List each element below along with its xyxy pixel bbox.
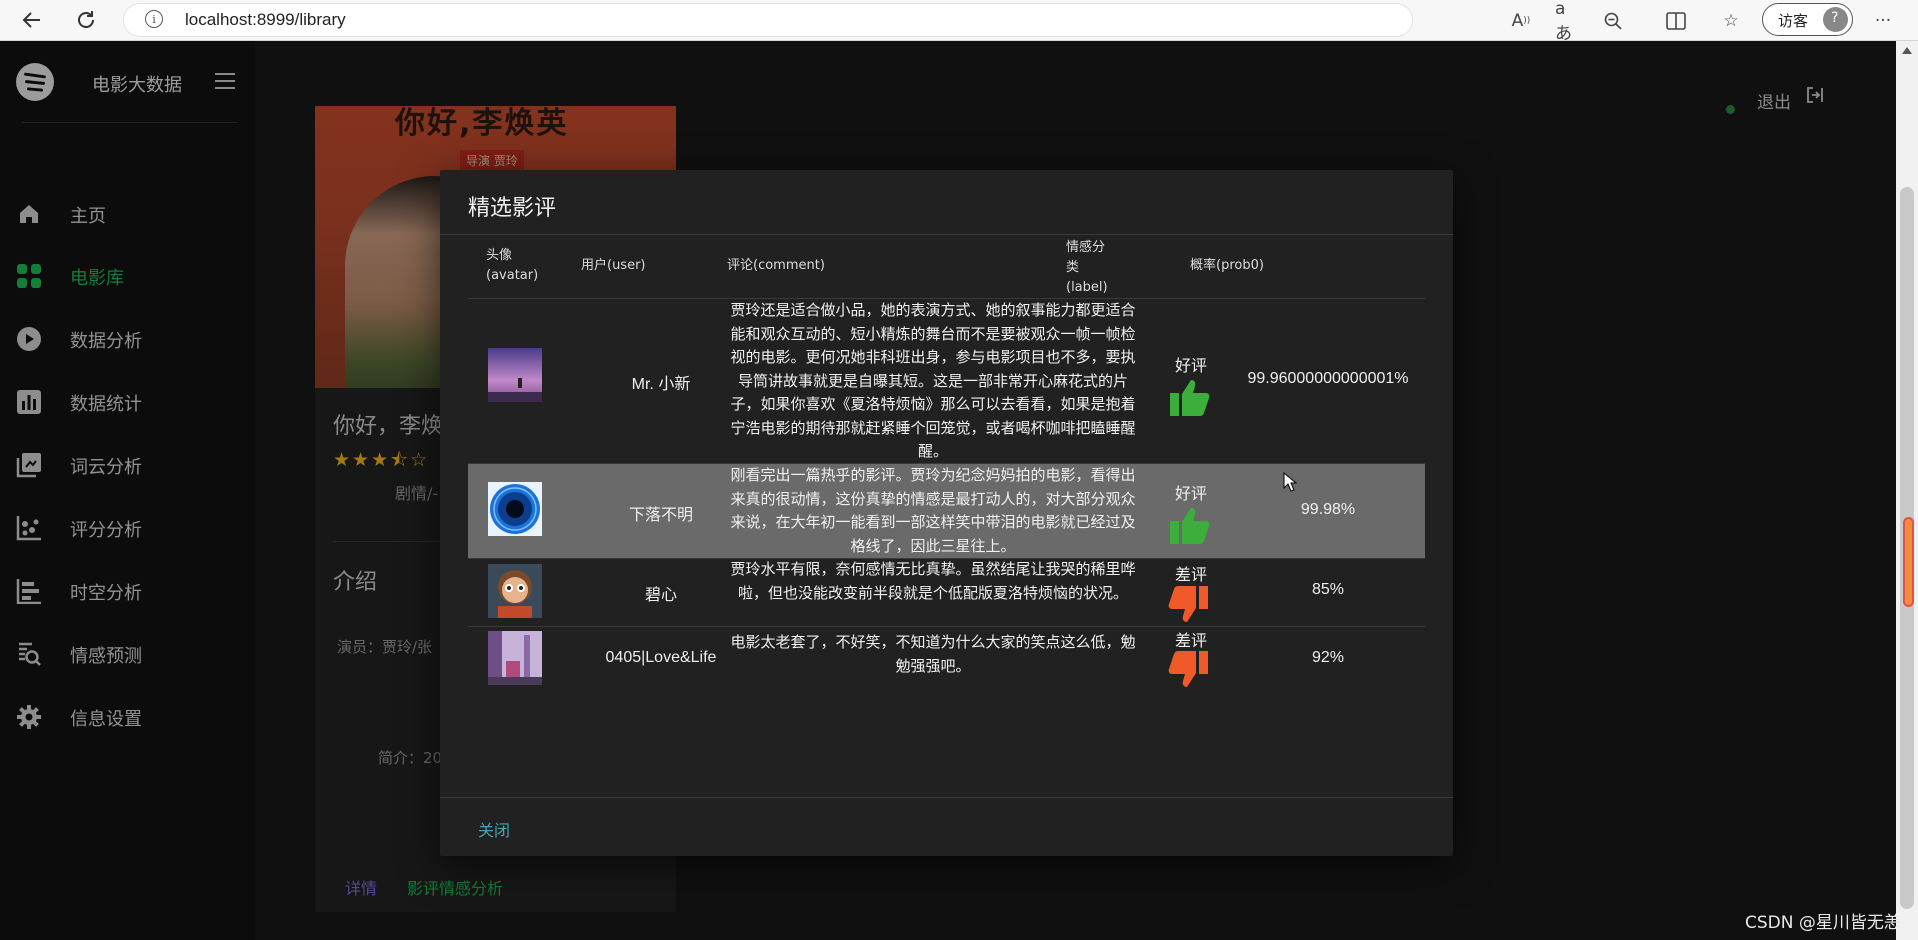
probability-value: 85% xyxy=(1311,581,1345,598)
address-bar[interactable]: i localhost:8999/library xyxy=(123,3,1413,37)
dialog-title: 精选影评 xyxy=(468,196,557,221)
table-row: 下落不明 刚看完出一篇热乎的影评。贾玲为纪念妈妈拍的电影，看得出来真的很动情，这… xyxy=(468,464,1425,559)
refresh-icon[interactable] xyxy=(72,6,100,34)
more-options-icon[interactable]: ··· xyxy=(1870,8,1896,34)
column-header-user: 用户(user) xyxy=(581,258,646,273)
column-header-prob: 概率(prob0) xyxy=(1190,258,1264,273)
zoom-out-icon[interactable] xyxy=(1600,8,1626,34)
watermark-text: CSDN @星川皆无恙 xyxy=(1745,913,1901,933)
back-arrow-icon[interactable] xyxy=(18,6,46,34)
probability-value: 99.96000000000001% xyxy=(1247,370,1409,387)
table-header: 头像(avatar) 用户(user) 评论(comment) 情感分类(lab… xyxy=(468,238,1425,299)
column-header-avatar: 头像(avatar) xyxy=(486,248,539,283)
close-button[interactable]: 关闭 xyxy=(478,817,510,841)
guest-avatar-icon xyxy=(1823,7,1848,32)
page-scrollbar[interactable] xyxy=(1896,41,1918,940)
dialog-footer-divider xyxy=(440,797,1453,798)
translate-icon[interactable]: aあ xyxy=(1555,0,1581,44)
guest-profile-button[interactable]: 访客 xyxy=(1762,3,1853,36)
column-header-comment: 评论(comment) xyxy=(727,258,825,273)
reviews-dialog: 精选影评 头像(avatar) 用户(user) 评论(comment) 情感分… xyxy=(440,170,1453,856)
thumbs-down-icon xyxy=(1168,649,1210,689)
sentiment-label: 差评 xyxy=(1174,631,1207,650)
column-header-label: 情感分类(label) xyxy=(1066,240,1108,295)
table-row: 碧心 贾玲水平有限，奈何感情无比真挚。虽然结尾让我哭的稀里哗啦，但也没能改变前半… xyxy=(468,559,1425,627)
url-text[interactable]: localhost:8999/library xyxy=(185,10,346,30)
sentiment-label: 差评 xyxy=(1174,565,1207,584)
review-comment: 贾玲还是适合做小品，她的表演方式、她的叙事能力都更适合能和观众互动的、短小精炼的… xyxy=(730,301,1136,460)
table-row: 0405|Love&Life 电影太老套了，不好笑，不知道为什么大家的笑点这么低… xyxy=(468,627,1425,689)
dialog-header-divider xyxy=(440,234,1453,235)
read-aloud-icon[interactable]: A)) xyxy=(1508,8,1534,34)
review-comment: 电影太老套了，不好笑，不知道为什么大家的笑点这么低，勉勉强强吧。 xyxy=(730,633,1136,675)
site-info-icon[interactable]: i xyxy=(145,10,163,28)
favorites-icon[interactable]: ☆ xyxy=(1718,8,1744,34)
sentiment-label: 好评 xyxy=(1174,356,1207,375)
table-row: Mr. 小新 贾玲还是适合做小品，她的表演方式、她的叙事能力都更适合能和观众互动… xyxy=(468,298,1425,464)
scroll-up-arrow-icon[interactable] xyxy=(1902,47,1912,54)
split-screen-icon[interactable] xyxy=(1663,8,1689,34)
thumbs-up-icon xyxy=(1168,378,1210,418)
review-comment: 贾玲水平有限，奈何感情无比真挚。虽然结尾让我哭的稀里哗啦，但也没能改变前半段就是… xyxy=(730,560,1136,602)
avatar xyxy=(488,564,542,618)
scroll-indicator xyxy=(1905,519,1912,605)
guest-label: 访客 xyxy=(1778,12,1809,30)
avatar xyxy=(488,631,542,685)
avatar xyxy=(488,348,542,402)
probability-value: 92% xyxy=(1311,649,1345,666)
review-comment: 刚看完出一篇热乎的影评。贾玲为纪念妈妈拍的电影，看得出来真的很动情，这份真挚的情… xyxy=(730,466,1136,555)
browser-toolbar: i localhost:8999/library A)) aあ ☆ 访客 ··· xyxy=(0,0,1918,44)
probability-value: 99.98% xyxy=(1300,501,1356,518)
thumbs-down-icon xyxy=(1168,584,1210,624)
avatar xyxy=(488,482,542,536)
thumbs-up-icon xyxy=(1168,506,1210,546)
sentiment-label: 好评 xyxy=(1174,484,1207,503)
